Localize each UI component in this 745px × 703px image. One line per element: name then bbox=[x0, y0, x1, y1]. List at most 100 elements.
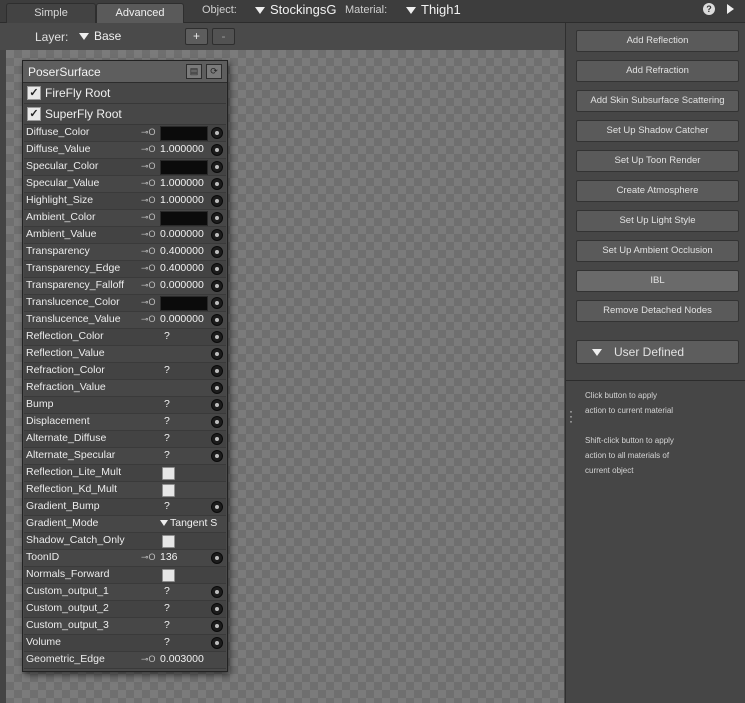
input-socket-icon[interactable] bbox=[211, 246, 223, 258]
param-row[interactable]: Refraction_Color? bbox=[24, 363, 226, 380]
input-socket-icon[interactable] bbox=[211, 195, 223, 207]
user-defined-dropdown[interactable]: User Defined bbox=[576, 340, 739, 364]
param-row[interactable]: Transparency ⊸O 0.400000 bbox=[24, 244, 226, 261]
param-row[interactable]: Geometric_Edge ⊸O 0.003000 bbox=[24, 652, 226, 669]
help-icon[interactable]: ? bbox=[703, 3, 715, 15]
add-layer-button[interactable]: + bbox=[185, 28, 208, 45]
input-socket-icon[interactable] bbox=[211, 127, 223, 139]
param-row[interactable]: Diffuse_Color ⊸O bbox=[24, 125, 226, 142]
node-menu-icon[interactable]: ▤ bbox=[186, 64, 202, 79]
color-swatch[interactable] bbox=[160, 126, 208, 141]
param-row[interactable]: Custom_output_2? bbox=[24, 601, 226, 618]
param-row[interactable]: Specular_Value ⊸O 1.000000 bbox=[24, 176, 226, 193]
action-button[interactable]: Set Up Shadow Catcher bbox=[576, 120, 739, 142]
input-socket-icon[interactable] bbox=[211, 144, 223, 156]
key-icon[interactable]: ⊸O bbox=[141, 144, 156, 155]
key-icon[interactable]: ⊸O bbox=[141, 127, 156, 138]
input-socket-icon[interactable] bbox=[211, 382, 223, 394]
input-socket-icon[interactable] bbox=[211, 331, 223, 343]
root-row[interactable]: ✓ FireFly Root bbox=[24, 83, 226, 104]
param-value[interactable]: 0.000000 bbox=[160, 228, 204, 240]
param-value[interactable]: 0.400000 bbox=[160, 245, 204, 257]
param-row[interactable]: Shadow_Catch_Only bbox=[24, 533, 226, 550]
input-socket-icon[interactable] bbox=[211, 620, 223, 632]
input-socket-icon[interactable] bbox=[211, 399, 223, 411]
color-swatch[interactable] bbox=[160, 160, 208, 175]
poser-surface-node[interactable]: PoserSurface ▤ ⟳ ✓ FireFly Root ✓ SuperFly … bbox=[22, 60, 228, 672]
key-icon[interactable]: ⊸O bbox=[141, 654, 156, 665]
root-row[interactable]: ✓ SuperFly Root bbox=[24, 104, 226, 125]
param-row[interactable]: Highlight_Size ⊸O 1.000000 bbox=[24, 193, 226, 210]
param-value[interactable]: 136 bbox=[160, 551, 178, 563]
action-button[interactable]: Remove Detached Nodes bbox=[576, 300, 739, 322]
input-socket-icon[interactable] bbox=[211, 433, 223, 445]
param-row[interactable]: Translucence_Color ⊸O bbox=[24, 295, 226, 312]
layer-select[interactable]: Base bbox=[79, 29, 121, 43]
param-value[interactable]: 1.000000 bbox=[160, 143, 204, 155]
param-row[interactable]: Reflection_Color? bbox=[24, 329, 226, 346]
color-swatch[interactable] bbox=[160, 296, 208, 311]
param-checkbox[interactable] bbox=[162, 484, 175, 497]
node-refresh-icon[interactable]: ⟳ bbox=[206, 64, 222, 79]
input-socket-icon[interactable] bbox=[211, 178, 223, 190]
param-value[interactable]: 0.400000 bbox=[160, 262, 204, 274]
key-icon[interactable]: ⊸O bbox=[141, 212, 156, 223]
param-value[interactable]: 1.000000 bbox=[160, 194, 204, 206]
object-select[interactable]: StockingsG bbox=[255, 2, 336, 17]
input-socket-icon[interactable] bbox=[211, 637, 223, 649]
param-row[interactable]: Gradient_Bump? bbox=[24, 499, 226, 516]
action-button[interactable]: Add Refraction bbox=[576, 60, 739, 82]
param-checkbox[interactable] bbox=[162, 467, 175, 480]
param-row[interactable]: Ambient_Color ⊸O bbox=[24, 210, 226, 227]
param-row[interactable]: Transparency_Edge ⊸O 0.400000 bbox=[24, 261, 226, 278]
action-button[interactable]: Set Up Toon Render bbox=[576, 150, 739, 172]
input-socket-icon[interactable] bbox=[211, 552, 223, 564]
param-row[interactable]: Custom_output_1? bbox=[24, 584, 226, 601]
key-icon[interactable]: ⊸O bbox=[141, 280, 156, 291]
param-row[interactable]: Reflection_Kd_Mult bbox=[24, 482, 226, 499]
material-select[interactable]: Thigh1 bbox=[406, 2, 461, 17]
param-value[interactable]: 0.000000 bbox=[160, 313, 204, 325]
color-swatch[interactable] bbox=[160, 211, 208, 226]
param-row[interactable]: Custom_output_3? bbox=[24, 618, 226, 635]
input-socket-icon[interactable] bbox=[211, 501, 223, 513]
param-row[interactable]: Transparency_Falloff ⊸O 0.000000 bbox=[24, 278, 226, 295]
node-header[interactable]: PoserSurface ▤ ⟳ bbox=[23, 61, 227, 83]
action-button[interactable]: IBL bbox=[576, 270, 739, 292]
action-button[interactable]: Add Skin Subsurface Scattering bbox=[576, 90, 739, 112]
action-button[interactable]: Create Atmosphere bbox=[576, 180, 739, 202]
param-row[interactable]: Ambient_Value ⊸O 0.000000 bbox=[24, 227, 226, 244]
param-value[interactable]: 0.003000 bbox=[160, 653, 204, 665]
input-socket-icon[interactable] bbox=[211, 280, 223, 292]
input-socket-icon[interactable] bbox=[211, 450, 223, 462]
input-socket-icon[interactable] bbox=[211, 212, 223, 224]
input-socket-icon[interactable] bbox=[211, 416, 223, 428]
param-checkbox[interactable] bbox=[162, 569, 175, 582]
param-row[interactable]: Reflection_Value bbox=[24, 346, 226, 363]
param-checkbox[interactable] bbox=[162, 535, 175, 548]
root-checkbox[interactable]: ✓ bbox=[27, 107, 41, 121]
input-socket-icon[interactable] bbox=[211, 365, 223, 377]
input-socket-icon[interactable] bbox=[211, 314, 223, 326]
action-button[interactable]: Set Up Light Style bbox=[576, 210, 739, 232]
key-icon[interactable]: ⊸O bbox=[141, 552, 156, 563]
param-row[interactable]: Translucence_Value ⊸O 0.000000 bbox=[24, 312, 226, 329]
input-socket-icon[interactable] bbox=[211, 586, 223, 598]
param-value[interactable]: 1.000000 bbox=[160, 177, 204, 189]
param-row[interactable]: ToonID ⊸O 136 bbox=[24, 550, 226, 567]
key-icon[interactable]: ⊸O bbox=[141, 195, 156, 206]
key-icon[interactable]: ⊸O bbox=[141, 161, 156, 172]
param-select[interactable]: Tangent S bbox=[160, 517, 217, 529]
tab-simple[interactable]: Simple bbox=[6, 3, 96, 23]
param-row[interactable]: Specular_Color ⊸O bbox=[24, 159, 226, 176]
splitter-handle[interactable]: · · · bbox=[569, 405, 573, 427]
param-row[interactable]: Volume? bbox=[24, 635, 226, 652]
key-icon[interactable]: ⊸O bbox=[141, 314, 156, 325]
input-socket-icon[interactable] bbox=[211, 348, 223, 360]
param-row[interactable]: Refraction_Value bbox=[24, 380, 226, 397]
remove-layer-button[interactable]: - bbox=[212, 28, 235, 45]
key-icon[interactable]: ⊸O bbox=[141, 178, 156, 189]
param-row[interactable]: Alternate_Diffuse? bbox=[24, 431, 226, 448]
param-row[interactable]: Alternate_Specular? bbox=[24, 448, 226, 465]
input-socket-icon[interactable] bbox=[211, 161, 223, 173]
